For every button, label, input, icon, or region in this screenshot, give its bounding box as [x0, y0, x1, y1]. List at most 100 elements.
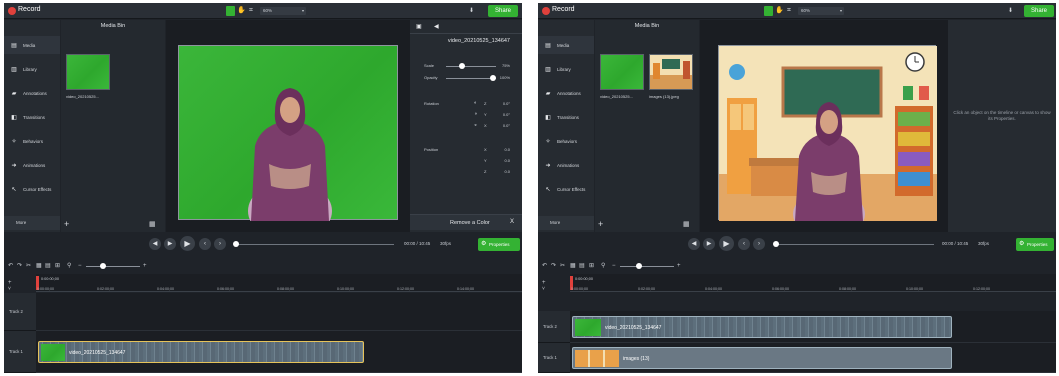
- rotation-x-value[interactable]: 0.0°: [503, 123, 510, 128]
- track-header-1[interactable]: Track 1: [538, 343, 570, 373]
- rotation-y-icon[interactable]: ◑: [474, 111, 477, 117]
- crop-tool-icon[interactable]: ⌗: [247, 6, 255, 16]
- next-frame-icon[interactable]: ›: [753, 238, 765, 250]
- zoom-in-icon[interactable]: +: [143, 262, 147, 270]
- remove-effect-button[interactable]: X: [510, 219, 514, 225]
- zoom-select[interactable]: 60% ▾: [798, 7, 844, 15]
- hand-tool-icon[interactable]: ✋: [775, 6, 784, 16]
- zoom-select[interactable]: 60% ▾: [260, 7, 306, 15]
- visual-properties-icon[interactable]: ▣: [416, 23, 422, 30]
- split-icon[interactable]: ⊞: [589, 262, 594, 270]
- share-button[interactable]: Share: [488, 5, 518, 17]
- step-back-icon[interactable]: ▶: [164, 238, 176, 250]
- next-frame-icon[interactable]: ›: [214, 238, 226, 250]
- rewind-icon[interactable]: ◀: [688, 238, 700, 250]
- timeline-clip[interactable]: video_20210525_134647: [572, 316, 952, 338]
- media-thumbnail[interactable]: [600, 54, 644, 90]
- scale-slider-knob[interactable]: [459, 63, 466, 69]
- play-icon[interactable]: ▶: [180, 236, 195, 251]
- track-1-lane[interactable]: images (13): [570, 343, 1056, 373]
- scale-value[interactable]: 75%: [502, 63, 510, 68]
- properties-button[interactable]: ⚙ Properties: [478, 238, 520, 251]
- position-y-value[interactable]: 0.0: [504, 158, 510, 163]
- rotation-x-icon[interactable]: ◒: [474, 122, 477, 128]
- scrub-bar[interactable]: [234, 244, 394, 245]
- sidebar-item-media[interactable]: ▤ Media: [538, 36, 594, 54]
- timeline-zoom-slider[interactable]: [620, 266, 674, 267]
- paste-icon[interactable]: ▤: [45, 262, 51, 270]
- rotation-z-icon[interactable]: ◐: [474, 100, 477, 106]
- redo-icon[interactable]: ↷: [17, 262, 22, 270]
- split-icon[interactable]: ⊞: [55, 262, 60, 270]
- position-z-value[interactable]: 0.0: [504, 169, 510, 174]
- prev-frame-icon[interactable]: ‹: [199, 238, 211, 250]
- remove-color-effect[interactable]: Remove a Color X: [410, 214, 522, 230]
- time-ruler[interactable]: 0:00:00;00 0:00:00;00 0:02:00;00 0:04:00…: [36, 274, 522, 292]
- scrub-knob[interactable]: [773, 241, 779, 247]
- track-header-2[interactable]: Track 2: [4, 293, 36, 331]
- download-icon[interactable]: ⬇: [469, 7, 475, 15]
- undo-icon[interactable]: ↶: [542, 262, 547, 270]
- canvas[interactable]: [700, 20, 948, 238]
- track-1-lane[interactable]: video_20210525_134647: [36, 331, 522, 373]
- more-button[interactable]: More: [538, 216, 594, 230]
- play-icon[interactable]: ▶: [719, 236, 734, 251]
- timeline-clip[interactable]: video_20210525_134647: [38, 341, 364, 363]
- sidebar-item-behaviors[interactable]: ✧ Behaviors: [538, 132, 594, 150]
- sidebar-item-media[interactable]: ▤ Media: [4, 36, 60, 54]
- share-button[interactable]: Share: [1024, 5, 1054, 17]
- chevron-down-icon[interactable]: ˅: [8, 286, 11, 292]
- timeline-clip[interactable]: images (13): [572, 347, 952, 369]
- rewind-icon[interactable]: ◀: [149, 238, 161, 250]
- sidebar-item-annotations[interactable]: ▰ Annotations: [538, 84, 594, 102]
- sidebar-item-animations[interactable]: ➜ Animations: [4, 156, 60, 174]
- record-icon[interactable]: [8, 7, 16, 15]
- more-button[interactable]: More: [4, 216, 60, 230]
- sidebar-item-cursor-effects[interactable]: ↖ Cursor Effects: [538, 180, 594, 198]
- add-media-button[interactable]: +: [64, 220, 69, 229]
- video-preview[interactable]: [718, 45, 937, 238]
- sidebar-item-animations[interactable]: ➜ Animations: [538, 156, 594, 174]
- paste-icon[interactable]: ▤: [579, 262, 585, 270]
- zoom-out-icon[interactable]: −: [612, 262, 616, 270]
- search-icon[interactable]: ⚲: [67, 262, 71, 270]
- view-toggle-icon[interactable]: ▦: [683, 220, 695, 229]
- cut-icon[interactable]: ✂: [26, 262, 31, 270]
- zoom-in-icon[interactable]: +: [677, 262, 681, 270]
- sidebar-item-transitions[interactable]: ◧ Transitions: [538, 108, 594, 126]
- media-thumbnail-classroom[interactable]: [649, 54, 693, 90]
- audio-properties-icon[interactable]: ◀: [434, 23, 439, 30]
- opacity-slider-knob[interactable]: [490, 75, 496, 81]
- sidebar-item-library[interactable]: ▥ Library: [4, 60, 60, 78]
- step-back-icon[interactable]: ▶: [703, 238, 715, 250]
- track-2-lane[interactable]: [36, 293, 522, 331]
- undo-icon[interactable]: ↶: [8, 262, 13, 270]
- scrub-knob[interactable]: [233, 241, 239, 247]
- crop-tool-icon[interactable]: ⌗: [785, 6, 793, 16]
- prev-frame-icon[interactable]: ‹: [738, 238, 750, 250]
- position-x-value[interactable]: 0.0: [504, 147, 510, 152]
- view-toggle-icon[interactable]: ▦: [149, 220, 161, 229]
- copy-icon[interactable]: ▦: [570, 262, 576, 270]
- rotation-z-value[interactable]: 0.0°: [503, 101, 510, 106]
- track-header-2[interactable]: Track 2: [538, 311, 570, 343]
- track-header-1[interactable]: Track 1: [4, 331, 36, 373]
- record-icon[interactable]: [542, 7, 550, 15]
- scrub-bar[interactable]: [774, 244, 934, 245]
- sidebar-item-behaviors[interactable]: ✧ Behaviors: [4, 132, 60, 150]
- sidebar-item-transitions[interactable]: ◧ Transitions: [4, 108, 60, 126]
- properties-button[interactable]: ⚙ Properties: [1016, 238, 1054, 251]
- sidebar-item-annotations[interactable]: ▰ Annotations: [4, 84, 60, 102]
- download-icon[interactable]: ⬇: [1008, 7, 1014, 15]
- search-icon[interactable]: ⚲: [601, 262, 605, 270]
- select-tool-icon[interactable]: [764, 6, 773, 16]
- rotation-y-value[interactable]: 0.0°: [503, 112, 510, 117]
- video-preview[interactable]: [178, 45, 398, 241]
- zoom-out-icon[interactable]: −: [78, 262, 82, 270]
- hand-tool-icon[interactable]: ✋: [237, 6, 246, 16]
- canvas[interactable]: [166, 20, 410, 241]
- scale-slider[interactable]: [446, 66, 496, 67]
- copy-icon[interactable]: ▦: [36, 262, 42, 270]
- timeline-zoom-knob[interactable]: [636, 263, 642, 269]
- select-tool-icon[interactable]: [226, 6, 235, 16]
